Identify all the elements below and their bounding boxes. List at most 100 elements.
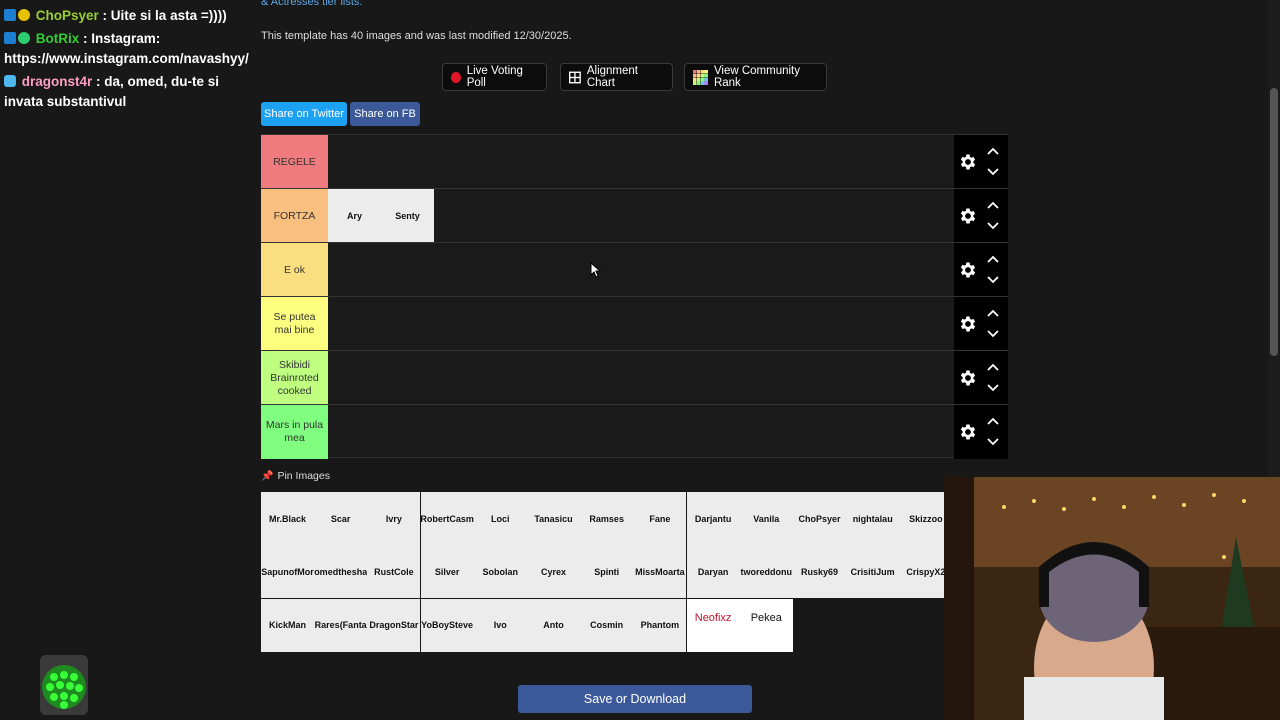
pool-item[interactable]: Ivry xyxy=(367,492,421,545)
gear-icon[interactable] xyxy=(958,206,978,226)
pool-item[interactable]: RobertCasm xyxy=(420,492,474,545)
pool-item[interactable]: Rares(Fanta xyxy=(314,598,368,652)
record-dot-icon xyxy=(451,71,461,83)
chevron-down-icon[interactable] xyxy=(986,167,1000,177)
pool-item[interactable]: Rusky69 xyxy=(793,545,846,599)
grid-icon xyxy=(569,71,581,83)
screen: ChoPsyer : Uite si la asta =)))) BotRix … xyxy=(0,0,1280,720)
color-grid-icon xyxy=(693,69,708,85)
live-voting-poll-button[interactable]: Live Voting Poll xyxy=(442,63,547,91)
chat-message: BotRix : Instagram: https://www.instagra… xyxy=(4,29,249,69)
pool-item[interactable]: MissMoarta xyxy=(633,545,687,599)
pool-item[interactable]: YoBoySteve xyxy=(420,598,474,652)
pool-item[interactable]: CrisitiJum xyxy=(846,545,900,599)
chevron-up-icon[interactable] xyxy=(986,200,1000,210)
template-info: This template has 40 images and was last… xyxy=(261,30,572,42)
chevron-down-icon[interactable] xyxy=(986,383,1000,393)
pin-images-toggle[interactable]: 📌 Pin Images xyxy=(261,470,330,482)
pool-item[interactable]: Silver xyxy=(420,545,474,599)
chevron-up-icon[interactable] xyxy=(986,416,1000,426)
tier-controls xyxy=(954,243,1008,297)
tier-row: REGELE xyxy=(261,134,1008,189)
share-twitter-button[interactable]: Share on Twitter xyxy=(261,102,347,126)
moderator-badge-icon xyxy=(4,9,16,21)
alignment-chart-button[interactable]: Alignment Chart xyxy=(560,63,673,91)
pacman-badge-icon xyxy=(18,9,30,21)
pool-item[interactable]: Darjantu xyxy=(686,492,740,545)
pool-item[interactable]: Sobolan xyxy=(473,545,527,599)
chat-message: ChoPsyer : Uite si la asta =)))) xyxy=(4,6,249,26)
pool-item[interactable]: Ramses xyxy=(580,492,634,545)
tier-label[interactable]: Skibidi Brainroted cooked xyxy=(261,351,328,405)
chat-username[interactable]: ChoPsyer xyxy=(36,8,99,23)
chevron-up-icon[interactable] xyxy=(986,308,1000,318)
pool-item[interactable]: Cosmin xyxy=(580,598,634,652)
chevron-down-icon[interactable] xyxy=(986,329,1000,339)
gear-icon[interactable] xyxy=(958,260,978,280)
pool-item[interactable]: KickMan xyxy=(261,598,314,652)
gear-icon[interactable] xyxy=(958,368,978,388)
tier-item[interactable]: Senty xyxy=(381,189,434,242)
verified-badge-icon xyxy=(18,32,30,44)
pool-item[interactable]: DragonStar xyxy=(367,598,421,652)
gear-icon[interactable] xyxy=(958,314,978,334)
pool-item[interactable]: RustCole xyxy=(367,545,421,599)
chat-panel: ChoPsyer : Uite si la asta =)))) BotRix … xyxy=(0,0,250,720)
tier-table: REGELE FORTZA Ary Senty E ok Se putea ma… xyxy=(261,134,1008,459)
save-download-button[interactable]: Save or Download xyxy=(518,685,752,713)
pool-item[interactable]: Vanila xyxy=(739,492,793,545)
gear-icon[interactable] xyxy=(958,152,978,172)
tier-controls xyxy=(954,351,1008,405)
pool-item[interactable]: Loci xyxy=(473,492,527,545)
webcam-overlay xyxy=(944,477,1280,720)
chevron-up-icon[interactable] xyxy=(986,362,1000,372)
chat-username[interactable]: dragonst4r xyxy=(22,74,93,89)
pool-item[interactable]: tworeddonu xyxy=(739,545,793,599)
pool-item[interactable]: Tanasicu xyxy=(527,492,580,545)
cup-overlay-icon xyxy=(40,655,88,715)
pool-item[interactable]: Scar xyxy=(314,492,368,545)
pin-icon: 📌 xyxy=(261,470,274,482)
image-pool: Mr.Black Scar Ivry RobertCasm Loci Tanasicu Ra… xyxy=(261,492,953,652)
pool-item[interactable]: Mr.Black xyxy=(261,492,314,545)
tier-label[interactable]: Mars in pula mea xyxy=(261,405,328,459)
live-voting-poll-label: Live Voting Poll xyxy=(466,65,523,89)
chevron-down-icon[interactable] xyxy=(986,275,1000,285)
pool-item[interactable]: Daryan xyxy=(686,545,740,599)
tier-label[interactable]: REGELE xyxy=(261,135,328,189)
gem-badge-icon xyxy=(4,75,16,87)
tier-label[interactable]: E ok xyxy=(261,243,328,297)
pool-item[interactable]: Anto xyxy=(527,598,580,652)
pool-item[interactable]: Cyrex xyxy=(527,545,580,599)
view-community-rank-button[interactable]: View Community Rank xyxy=(684,63,827,91)
chevron-up-icon[interactable] xyxy=(986,146,1000,156)
pool-item[interactable]: Spinti xyxy=(580,545,634,599)
chevron-down-icon[interactable] xyxy=(986,437,1000,447)
pool-item[interactable]: ChoPsyer xyxy=(793,492,846,545)
tier-label[interactable]: FORTZA xyxy=(261,189,328,243)
share-fb-button[interactable]: Share on FB xyxy=(350,102,420,126)
scrollbar-thumb[interactable] xyxy=(1270,88,1278,356)
tier-row: Mars in pula mea xyxy=(261,404,1008,459)
pool-item[interactable]: Phantom xyxy=(633,598,687,652)
tier-row: E ok xyxy=(261,242,1008,297)
pool-item[interactable]: Pekea xyxy=(739,598,793,652)
tier-row: FORTZA Ary Senty xyxy=(261,188,1008,243)
tier-item[interactable]: Ary xyxy=(328,189,381,242)
pool-item[interactable]: SapunofMor xyxy=(261,545,314,599)
chevron-down-icon[interactable] xyxy=(986,221,1000,231)
pool-item[interactable]: nightalau xyxy=(846,492,900,545)
pool-item[interactable]: omedthesha xyxy=(314,545,368,599)
pool-item[interactable]: Neofixz xyxy=(686,598,740,652)
actresses-tier-lists-link[interactable]: & Actresses tier lists. xyxy=(261,0,362,8)
tier-label[interactable]: Se putea mai bine xyxy=(261,297,328,351)
chevron-up-icon[interactable] xyxy=(986,254,1000,264)
pool-item[interactable]: Ivo xyxy=(473,598,527,652)
pin-images-label: Pin Images xyxy=(277,470,330,482)
chat-message: dragonst4r : da, omed, du-te si invata s… xyxy=(4,72,249,112)
tier-row: Se putea mai bine xyxy=(261,296,1008,351)
mouse-cursor-icon xyxy=(590,262,602,278)
gear-icon[interactable] xyxy=(958,422,978,442)
pool-item[interactable]: Fane xyxy=(633,492,687,545)
chat-username[interactable]: BotRix xyxy=(36,31,80,46)
